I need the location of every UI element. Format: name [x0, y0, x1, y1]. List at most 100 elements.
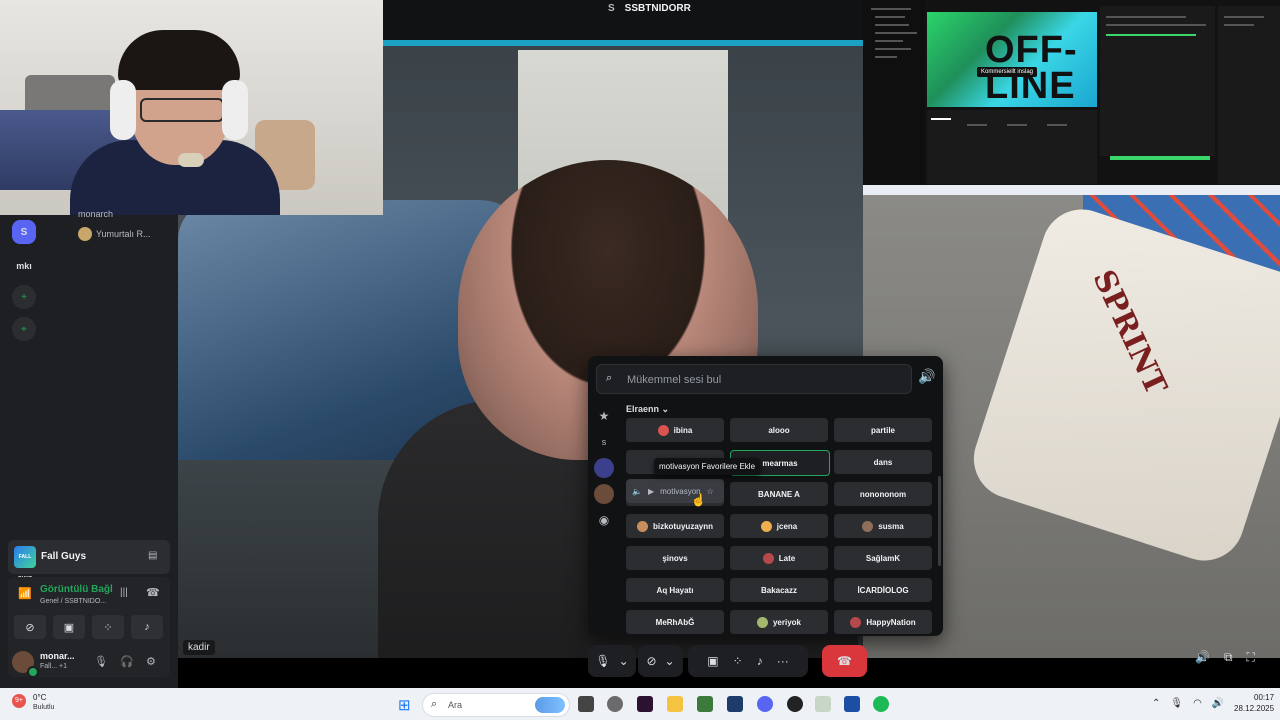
mic-icon[interactable]: 🎙: [94, 655, 108, 668]
screen-share-preview[interactable]: OFF- LINE Kommersiellt inslag: [863, 0, 1280, 195]
game-logo: FALL GUYS: [14, 546, 36, 582]
sound-search-box[interactable]: ⌕: [596, 364, 912, 395]
sound-label: ibina: [673, 425, 693, 435]
screen-share-icon[interactable]: ▣: [707, 654, 718, 668]
settings-gear-icon[interactable]: ⚙: [146, 655, 156, 668]
app-icon[interactable]: [844, 696, 860, 712]
user-avatar-icon[interactable]: [594, 484, 614, 504]
user-name[interactable]: monar...: [40, 651, 75, 661]
sound-label: alooo: [768, 425, 790, 435]
sound-button[interactable]: alooo: [730, 418, 828, 442]
sound-button[interactable]: jcena: [730, 514, 828, 538]
camera-off-button[interactable]: ⊘: [14, 615, 46, 639]
volume-icon: 🔈: [632, 486, 642, 496]
windows-start-icon[interactable]: ⊞: [398, 696, 411, 714]
sound-button[interactable]: bizkotuyuzaynn: [626, 514, 724, 538]
sound-button[interactable]: HappyNation: [834, 610, 932, 634]
activities-icon[interactable]: ⁘: [733, 654, 743, 668]
disconnect-button[interactable]: ☎: [822, 645, 867, 677]
activity-icon[interactable]: ▤: [148, 550, 160, 561]
play-icon[interactable]: ▶: [648, 487, 654, 496]
chevron-up-icon[interactable]: ⌃: [1152, 698, 1160, 709]
app-icon[interactable]: [787, 696, 803, 712]
wifi-icon[interactable]: ◠: [1193, 698, 1202, 709]
sound-button[interactable]: Late: [730, 546, 828, 570]
discord-icon[interactable]: [757, 696, 773, 712]
app-icon[interactable]: [697, 696, 713, 712]
soundboard-icon[interactable]: ♪: [757, 654, 763, 668]
volume-icon[interactable]: 🔊: [1195, 650, 1210, 665]
soundboard-button[interactable]: ♪: [131, 615, 163, 639]
voice-user[interactable]: Yumurtalı R...: [78, 227, 151, 241]
sound-category-header[interactable]: Elraenn ⌄: [626, 404, 669, 415]
chevron-down-icon[interactable]: ⌄: [619, 654, 629, 668]
task-view-icon[interactable]: [578, 696, 594, 712]
file-explorer-icon[interactable]: [667, 696, 683, 712]
shared-chat: [1100, 6, 1215, 160]
sound-button[interactable]: şinovs: [626, 546, 724, 570]
sound-button[interactable]: Bakacazz: [730, 578, 828, 602]
video-participant-label: kadir: [183, 640, 215, 655]
server-s-icon[interactable]: s: [594, 432, 614, 452]
app-icon[interactable]: [815, 696, 831, 712]
sound-button[interactable]: MeRhAbĞ: [626, 610, 724, 634]
screen-share-button[interactable]: ▣: [53, 615, 85, 639]
sound-button[interactable]: susma: [834, 514, 932, 538]
camera-toggle[interactable]: ⊘ ⌄: [638, 645, 683, 677]
sound-button[interactable]: ibina: [626, 418, 724, 442]
app-icon[interactable]: [727, 696, 743, 712]
add-server-icon[interactable]: +: [12, 285, 36, 309]
mic-toggle[interactable]: 🎙 ⌄: [588, 645, 636, 677]
app-icon[interactable]: [637, 696, 653, 712]
weather-badge[interactable]: 9+: [12, 694, 26, 708]
popout-icon[interactable]: ⧉: [1224, 650, 1233, 665]
server-avatar-icon[interactable]: [594, 458, 614, 478]
spotify-icon[interactable]: [873, 696, 889, 712]
sound-label: Bakacazz: [760, 585, 798, 595]
sound-button[interactable]: yeriyok: [730, 610, 828, 634]
more-options-icon[interactable]: ···: [777, 654, 789, 668]
fullscreen-icon[interactable]: ⛶: [1247, 650, 1255, 665]
server-icon-mki[interactable]: mkı: [12, 254, 36, 278]
signal-icon[interactable]: 📶: [18, 587, 32, 600]
volume-icon[interactable]: 🔊: [918, 368, 935, 385]
sound-button-hovered[interactable]: 🔈 ▶ motivasyon ☆: [626, 479, 724, 503]
sound-button[interactable]: SağlamK: [834, 546, 932, 570]
sound-button[interactable]: nonononom: [834, 482, 932, 506]
activities-button[interactable]: ⁘: [92, 615, 124, 639]
favorite-star-icon[interactable]: ☆: [707, 487, 714, 496]
server-label: mkı: [16, 261, 32, 271]
weather-temperature[interactable]: 0°C: [33, 693, 46, 702]
sound-button[interactable]: İCARDİOLOG: [834, 578, 932, 602]
sound-label: nonononom: [859, 489, 907, 499]
avatar: [78, 227, 92, 241]
chevron-down-icon[interactable]: ⌄: [665, 654, 675, 668]
offline-banner: OFF- LINE Kommersiellt inslag: [927, 12, 1097, 107]
clock-date[interactable]: 28.12.2025: [1234, 704, 1274, 713]
noise-suppression-icon[interactable]: |||: [120, 587, 128, 598]
sound-search-input[interactable]: [625, 365, 909, 395]
voice-user[interactable]: monarch: [78, 209, 113, 219]
disconnect-icon[interactable]: ☎: [146, 586, 160, 599]
taskbar-search[interactable]: ⌕ Ara: [422, 693, 570, 717]
view-controls: 🔊 ⧉ ⛶: [1195, 650, 1255, 665]
server-icon-s[interactable]: S: [12, 220, 36, 244]
volume-icon[interactable]: 🔊: [1212, 698, 1224, 709]
sound-button[interactable]: BANANE A: [730, 482, 828, 506]
sound-label: susma: [878, 521, 904, 531]
headphones-icon[interactable]: 🎧: [120, 655, 134, 668]
clock-time[interactable]: 00:17: [1254, 693, 1274, 702]
search-highlight-image: [535, 697, 565, 713]
sound-button[interactable]: partile: [834, 418, 932, 442]
headset-mic: [178, 153, 204, 167]
sound-button[interactable]: dans: [834, 450, 932, 474]
mic-icon[interactable]: 🎙: [1170, 698, 1183, 709]
activity-card[interactable]: FALL GUYS Fall Guys ▤: [8, 540, 170, 582]
scrollbar[interactable]: [938, 476, 941, 566]
explore-icon[interactable]: ⌖: [12, 317, 36, 341]
favorites-star-icon[interactable]: ★: [594, 406, 614, 426]
voice-channel-path[interactable]: Genel / SSBTNIDO...: [40, 598, 106, 605]
sound-button[interactable]: Aq Hayatı: [626, 578, 724, 602]
discord-logo-icon[interactable]: ◉: [594, 510, 614, 530]
app-icon[interactable]: [607, 696, 623, 712]
